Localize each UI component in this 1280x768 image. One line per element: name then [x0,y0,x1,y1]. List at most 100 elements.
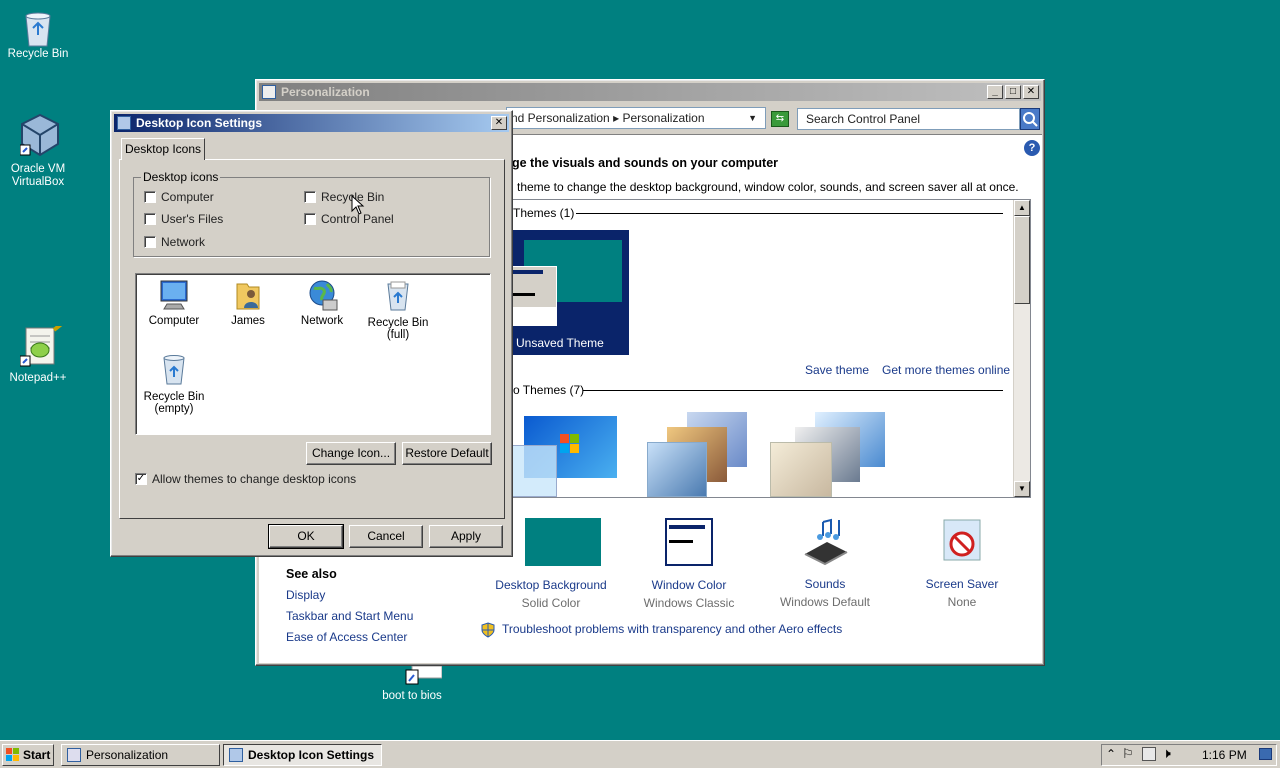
refresh-button[interactable]: ⇆ [771,111,789,127]
dialog-app-icon [117,116,131,130]
breadcrumb-parent[interactable]: nd Personalization [511,111,610,125]
see-also-display[interactable]: Display [286,588,325,602]
ok-button[interactable]: OK [268,524,344,549]
checkbox-network[interactable] [144,236,156,248]
task-personalization[interactable]: Personalization [61,744,220,766]
icon-list[interactable]: Computer James Network Recycle Bin (full… [135,273,491,435]
desktop-icon-notepadpp[interactable]: Notepad++ [0,320,76,385]
shortcut-icon [394,664,443,686]
aero-themes-label: o Themes (7) [513,383,585,397]
recycle-bin-full-icon [387,281,409,311]
action-center-flag-icon[interactable]: ⚐ [1122,746,1134,762]
icon-item-recycle-full[interactable]: Recycle Bin (full) [358,278,438,341]
checkbox-allow-themes-label[interactable]: Allow themes to change desktop icons [152,472,356,486]
icon-label: Network [300,315,344,327]
apply-button[interactable]: Apply [429,525,503,548]
see-also-title: See also [286,567,337,581]
volume-icon[interactable]: 🕨 [1162,745,1171,762]
taskbar: Start Personalization Desktop Icon Setti… [0,740,1280,768]
checkbox-users-files-label[interactable]: User's Files [161,212,223,226]
search-input[interactable]: Search Control Panel [797,108,1020,130]
desktop-icon-virtualbox[interactable]: Oracle VM VirtualBox [0,113,76,189]
change-icon-button[interactable]: Change Icon... [306,442,396,465]
personalization-titlebar[interactable]: Personalization _ □ ✕ [259,83,1041,101]
search-icon [1023,112,1038,127]
close-button[interactable]: ✕ [1023,85,1039,99]
maximize-button[interactable]: □ [1005,85,1021,99]
checkbox-users-files[interactable] [144,213,156,225]
computer-icon [160,280,188,310]
show-desktop-button[interactable] [1259,748,1272,760]
checkbox-allow-themes[interactable]: ✓ [135,473,147,485]
desktop-icon-settings-dialog: Desktop Icon Settings ✕ Desktop Icons De… [110,110,513,557]
dialog-app-icon [229,748,243,762]
theme-tile-architecture[interactable] [647,412,757,497]
setting-label: Sounds [804,577,846,591]
desktop-icon-label: Recycle Bin [7,48,69,60]
see-also-taskbar[interactable]: Taskbar and Start Menu [286,609,413,623]
cancel-button[interactable]: Cancel [349,525,423,548]
checkbox-network-label[interactable]: Network [161,235,205,249]
scroll-up-button[interactable]: ▲ [1014,200,1030,216]
restore-default-button[interactable]: Restore Default [402,442,492,465]
theme-tile-nature[interactable] [770,412,890,497]
screen-saver-icon [943,519,981,561]
show-hidden-icons[interactable]: ⌃ [1106,747,1116,761]
address-bar[interactable]: nd Personalization ▸ Personalization ▼ [506,107,766,129]
theme-label: Unsaved Theme [516,336,604,350]
close-button[interactable]: ✕ [491,116,507,130]
troubleshoot-link[interactable]: Troubleshoot problems with transparency … [502,622,842,636]
network-icon[interactable] [1142,747,1156,761]
theme-list-scrollbar[interactable]: ▲ ▼ [1013,200,1030,497]
get-more-themes-link[interactable]: Get more themes online [882,363,1010,377]
icon-label: Computer [148,315,200,327]
address-dropdown-icon[interactable]: ▼ [748,108,757,128]
start-button[interactable]: Start [2,744,54,766]
checkmark-icon: ✓ [136,473,146,484]
checkbox-computer[interactable] [144,191,156,203]
help-icon[interactable]: ? [1024,140,1040,156]
desktop-background-icon [525,518,601,566]
icon-item-network[interactable]: Network [286,278,358,327]
icon-item-recycle-empty[interactable]: Recycle Bin (empty) [136,352,212,415]
search-button[interactable] [1020,108,1040,130]
checkbox-computer-label[interactable]: Computer [161,190,214,204]
page-heading: ge the visuals and sounds on your comput… [512,156,779,170]
see-also-ease-of-access[interactable]: Ease of Access Center [286,630,407,644]
control-panel-icon [262,85,276,99]
desktop-icon-recycle-bin[interactable]: Recycle Bin [0,8,76,61]
notepadpp-icon [19,320,66,368]
dialog-titlebar[interactable]: Desktop Icon Settings ✕ [114,114,509,132]
scroll-down-button[interactable]: ▼ [1014,481,1030,497]
tab-desktop-icons[interactable]: Desktop Icons [121,138,205,160]
system-tray: ⌃ ⚐ 🕨 1:16 PM [1101,744,1277,766]
clock[interactable]: 1:16 PM [1202,748,1247,762]
theme-window-preview [512,266,557,326]
setting-value: Solid Color [521,596,581,610]
virtualbox-icon [19,113,59,159]
icon-item-computer[interactable]: Computer [138,278,210,327]
setting-window-color[interactable]: Window Color Windows Classic [624,518,754,610]
setting-screen-saver[interactable]: Screen Saver None [897,516,1027,609]
dialog-title: Desktop Icon Settings [136,116,263,130]
theme-tile-unsaved[interactable]: Unsaved Theme [512,230,629,355]
aero-themes-header: o Themes (7) [513,383,1003,397]
icon-item-user[interactable]: James [212,278,284,327]
desktop-icon-boot-to-bios[interactable]: boot to bios [374,664,450,703]
my-themes-label: Themes (1) [513,206,575,220]
recycle-bin-icon [20,8,56,47]
checkbox-control-panel[interactable] [304,213,316,225]
icon-label: Recycle Bin (full) [367,317,429,341]
breadcrumb-current[interactable]: Personalization [622,111,704,125]
search-placeholder: Search Control Panel [806,112,921,126]
task-desktop-icon-settings[interactable]: Desktop Icon Settings [223,744,382,766]
scroll-thumb[interactable] [1014,216,1030,304]
setting-label: Window Color [651,578,727,592]
theme-list[interactable]: Themes (1) Unsaved Theme Save theme Get … [511,199,1031,498]
setting-sounds[interactable]: Sounds Windows Default [760,516,890,609]
save-theme-link[interactable]: Save theme [805,363,869,377]
checkbox-recycle-bin[interactable] [304,191,316,203]
icon-label: James [231,315,265,327]
minimize-button[interactable]: _ [987,85,1003,99]
recycle-bin-empty-icon [163,355,185,385]
